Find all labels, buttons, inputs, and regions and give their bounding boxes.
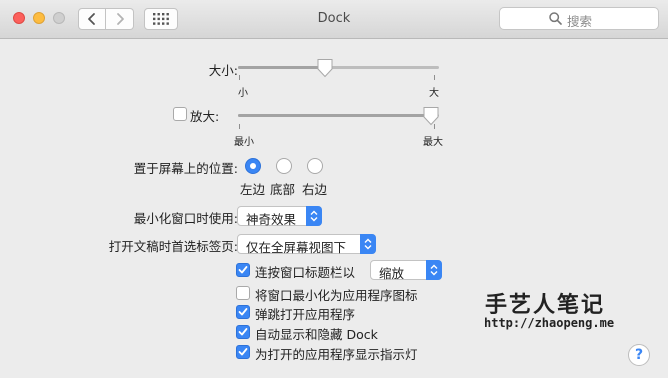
position-left-label: 左边 — [240, 182, 266, 197]
checkmark-icon — [238, 328, 248, 336]
magnification-min-label: 最小 — [234, 137, 254, 148]
size-max-tick — [434, 75, 435, 80]
title-bar: Dock 搜索 — [0, 0, 668, 39]
watermark-url: http://zhaopeng.me — [484, 316, 615, 330]
watermark-title: 手艺人笔记 — [485, 293, 606, 318]
size-min-label: 小 — [238, 88, 248, 99]
magnification-label: 放大: — [190, 109, 220, 124]
magnification-slider-thumb[interactable] — [422, 106, 440, 126]
magnification-checkbox[interactable] — [173, 107, 187, 121]
checkmark-icon — [238, 348, 248, 356]
autohide-dock-label: 自动显示和隐藏 Dock — [255, 327, 378, 342]
help-button[interactable]: ? — [628, 344, 650, 366]
position-bottom-label: 底部 — [270, 182, 296, 197]
magnification-slider[interactable] — [238, 114, 439, 117]
checkmark-icon — [238, 308, 248, 316]
popup-arrows-icon — [426, 260, 442, 280]
double-click-title-label: 连按窗口标题栏以 — [255, 265, 356, 280]
show-indicators-checkbox[interactable] — [236, 345, 250, 359]
tabs-pref-popup[interactable]: 仅在全屏幕视图下 — [237, 234, 376, 255]
tabs-pref-value: 仅在全屏幕视图下 — [246, 240, 347, 255]
magnification-max-label: 最大 — [423, 137, 443, 148]
autohide-dock-checkbox[interactable] — [236, 325, 250, 339]
magnification-slider-fill — [238, 114, 433, 117]
size-min-tick — [239, 75, 240, 80]
minimize-to-app-icon-checkbox[interactable] — [236, 286, 250, 300]
animate-opening-label: 弹跳打开应用程序 — [255, 307, 356, 322]
double-click-action-value: 缩放 — [379, 266, 405, 281]
size-slider-fill — [238, 66, 325, 69]
minimize-to-app-icon-label: 将窗口最小化为应用程序图标 — [255, 288, 418, 303]
size-max-label: 大 — [429, 88, 439, 99]
size-label: 大小: — [208, 63, 238, 78]
tabs-pref-label: 打开文稿时首选标签页: — [108, 239, 238, 254]
search-icon — [549, 12, 562, 25]
checkmark-icon — [238, 266, 248, 274]
animate-opening-checkbox[interactable] — [236, 305, 250, 319]
double-click-title-checkbox[interactable] — [236, 263, 250, 277]
position-right-radio[interactable] — [307, 158, 323, 174]
search-placeholder: 搜索 — [567, 14, 593, 29]
size-slider-thumb[interactable] — [316, 58, 334, 78]
popup-arrows-icon — [360, 234, 376, 254]
popup-arrows-icon — [306, 206, 322, 226]
magnification-min-tick — [239, 124, 240, 129]
position-left-radio[interactable] — [245, 158, 261, 174]
minimize-effect-popup[interactable]: 神奇效果 — [237, 206, 322, 227]
position-right-label: 右边 — [302, 182, 328, 197]
search-field[interactable]: 搜索 — [499, 7, 659, 30]
position-bottom-radio[interactable] — [276, 158, 292, 174]
minimize-effect-value: 神奇效果 — [246, 212, 297, 227]
minimize-label: 最小化窗口时使用: — [133, 211, 238, 226]
position-label: 置于屏幕上的位置: — [133, 161, 238, 176]
double-click-action-popup[interactable]: 缩放 — [370, 260, 442, 281]
show-indicators-label: 为打开的应用程序显示指示灯 — [255, 347, 418, 362]
size-slider[interactable] — [238, 66, 439, 69]
